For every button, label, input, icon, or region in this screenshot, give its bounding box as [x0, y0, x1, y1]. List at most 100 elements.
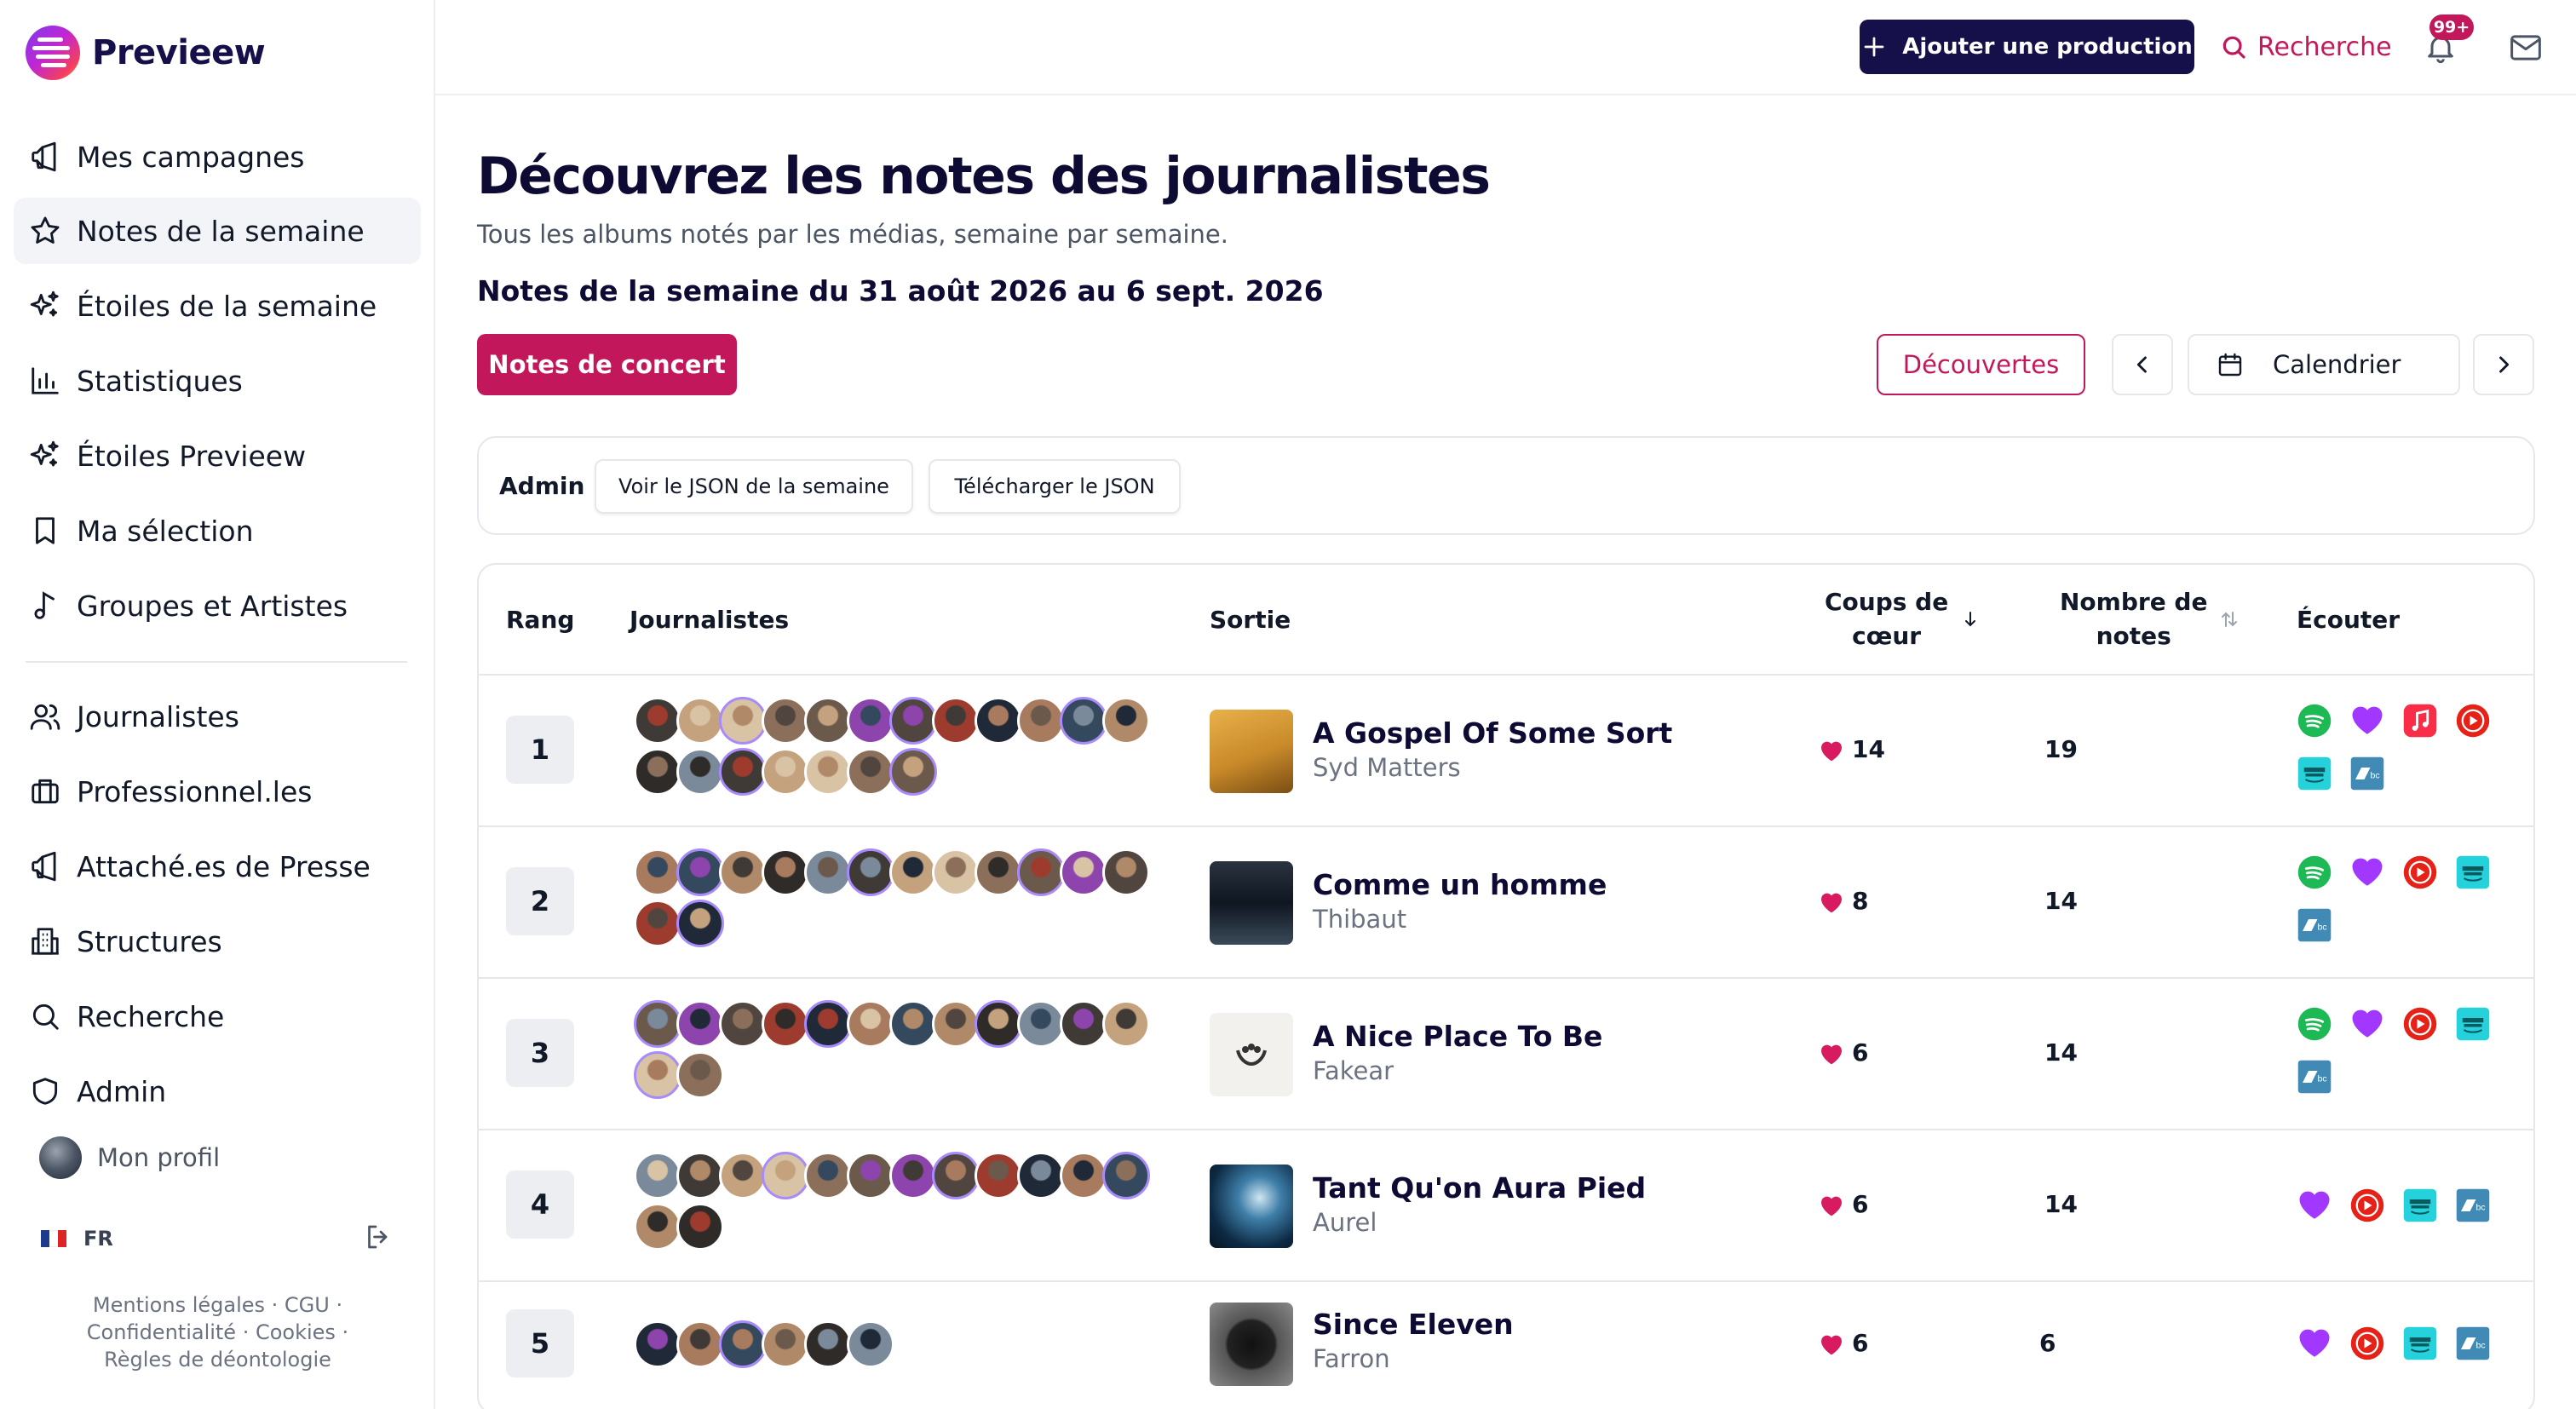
journalist-avatar[interactable] — [889, 1000, 937, 1048]
spotify-icon[interactable] — [2297, 854, 2332, 890]
journalist-avatar[interactable] — [719, 1320, 767, 1368]
next-week-button[interactable] — [2473, 334, 2534, 395]
sidebar-item-etoiles-previeew[interactable]: Étoiles Previeew — [14, 423, 421, 489]
sidebar-item-etoiles-de-la-semaine[interactable]: Étoiles de la semaine — [14, 273, 421, 339]
bandcamp-icon[interactable]: bc — [2297, 1059, 2332, 1095]
legal-line[interactable]: Mentions légales · CGU · — [0, 1291, 435, 1319]
journalist-avatar[interactable] — [804, 1152, 852, 1199]
sidebar-item-journalistes[interactable]: Journalistes — [14, 683, 421, 750]
journalist-avatar[interactable] — [676, 1203, 724, 1251]
journalist-avatar[interactable] — [1017, 1000, 1065, 1048]
header-search-button[interactable]: Recherche — [2220, 26, 2392, 68]
amazon-music-icon[interactable] — [2297, 756, 2332, 791]
spotify-icon[interactable] — [2297, 1006, 2332, 1042]
album-info[interactable]: Tant Qu'on Aura Pied Aurel — [1313, 1171, 1646, 1237]
amazon-music-icon[interactable] — [2455, 1006, 2491, 1042]
legal-line[interactable]: Confidentialité · Cookies · — [0, 1319, 435, 1346]
journalist-avatar[interactable] — [676, 1000, 724, 1048]
journalist-avatar[interactable] — [676, 1320, 724, 1368]
journalist-avatar[interactable] — [804, 1320, 852, 1368]
bandcamp-icon[interactable]: bc — [2455, 1188, 2491, 1223]
journalist-avatar[interactable] — [719, 697, 767, 745]
bandcamp-icon[interactable]: bc — [2455, 1326, 2491, 1361]
mail-icon[interactable] — [2509, 32, 2543, 63]
sidebar-item-ma-selection[interactable]: Ma sélection — [14, 497, 421, 564]
journalist-avatar[interactable] — [1060, 848, 1107, 896]
bandcamp-icon[interactable]: bc — [2349, 756, 2385, 791]
download-json-button[interactable]: Télécharger le JSON — [929, 459, 1181, 514]
concert-notes-button[interactable]: Notes de concert — [477, 334, 737, 395]
journalist-avatar[interactable] — [975, 1000, 1022, 1048]
journalist-avatar[interactable] — [634, 900, 681, 947]
journalist-avatar[interactable] — [847, 848, 894, 896]
album-cover[interactable] — [1210, 861, 1293, 945]
youtube-icon[interactable] — [2402, 854, 2438, 890]
journalist-avatar[interactable] — [634, 697, 681, 745]
amazon-music-icon[interactable] — [2455, 854, 2491, 890]
column-header-likes[interactable]: Coups de cœur — [1825, 565, 1981, 674]
sidebar-item-attaches-de-presse[interactable]: Attaché.es de Presse — [14, 833, 421, 900]
column-header-notes[interactable]: Nombre de notes — [2060, 565, 2240, 674]
sidebar-item-statistiques[interactable]: Statistiques — [14, 348, 421, 414]
journalist-avatar[interactable] — [975, 848, 1022, 896]
album-cover[interactable] — [1210, 1013, 1293, 1096]
table-row[interactable]: 4 Tant Qu'on Aura Pied Aurel 6 14 bc — [479, 1129, 2533, 1280]
journalist-avatar[interactable] — [847, 1320, 894, 1368]
journalist-avatar[interactable] — [676, 900, 724, 947]
journalist-avatar[interactable] — [804, 1000, 852, 1048]
album-cover[interactable] — [1210, 710, 1293, 793]
album-cover[interactable] — [1210, 1165, 1293, 1248]
bandcamp-icon[interactable]: bc — [2297, 907, 2332, 943]
deezer-icon[interactable] — [2349, 854, 2385, 890]
journalist-avatar[interactable] — [1060, 1000, 1107, 1048]
add-production-button[interactable]: Ajouter une production — [1860, 20, 2194, 74]
journalist-avatar[interactable] — [1060, 697, 1107, 745]
journalist-avatar[interactable] — [634, 848, 681, 896]
journalist-avatar[interactable] — [889, 1152, 937, 1199]
journalist-avatar[interactable] — [1017, 1152, 1065, 1199]
sidebar-item-notes-de-la-semaine[interactable]: Notes de la semaine — [14, 198, 421, 264]
journalist-avatar[interactable] — [932, 848, 980, 896]
previous-week-button[interactable] — [2112, 334, 2173, 395]
journalist-avatar[interactable] — [762, 1000, 809, 1048]
journalist-avatar[interactable] — [889, 697, 937, 745]
album-info[interactable]: Since Eleven Farron — [1313, 1308, 1514, 1373]
journalist-avatar[interactable] — [634, 1000, 681, 1048]
album-info[interactable]: Comme un homme Thibaut — [1313, 868, 1607, 934]
journalist-avatar[interactable] — [719, 848, 767, 896]
journalist-avatar[interactable] — [932, 1152, 980, 1199]
journalist-avatar[interactable] — [762, 1320, 809, 1368]
amazon-music-icon[interactable] — [2402, 1326, 2438, 1361]
journalist-avatar[interactable] — [975, 697, 1022, 745]
sidebar-item-professionnel-les[interactable]: Professionnel.les — [14, 758, 421, 825]
journalist-avatar[interactable] — [1102, 697, 1150, 745]
journalist-avatar[interactable] — [719, 748, 767, 796]
table-row[interactable]: 5 Since Eleven Farron 6 6 bc — [479, 1280, 2533, 1409]
journalist-avatar[interactable] — [804, 748, 852, 796]
journalist-avatar[interactable] — [676, 748, 724, 796]
journalist-avatar[interactable] — [975, 1152, 1022, 1199]
journalist-avatar[interactable] — [1102, 1152, 1150, 1199]
table-row[interactable]: 1 A Gospel Of Some Sort Syd Matters 14 1… — [479, 674, 2533, 825]
journalist-avatar[interactable] — [1060, 1152, 1107, 1199]
journalist-avatar[interactable] — [676, 848, 724, 896]
journalist-avatar[interactable] — [804, 848, 852, 896]
sidebar-item-structures[interactable]: Structures — [14, 908, 421, 975]
album-cover[interactable] — [1210, 1303, 1293, 1386]
language-selector[interactable]: FR — [41, 1227, 113, 1251]
deezer-icon[interactable] — [2349, 1006, 2385, 1042]
journalist-avatar[interactable] — [1102, 1000, 1150, 1048]
journalist-avatar[interactable] — [634, 748, 681, 796]
sidebar-item-admin[interactable]: Admin — [14, 1058, 421, 1124]
journalist-avatar[interactable] — [889, 748, 937, 796]
table-row[interactable]: 2 Comme un homme Thibaut 8 14 bc — [479, 825, 2533, 977]
youtube-icon[interactable] — [2402, 1006, 2438, 1042]
journalist-avatar[interactable] — [1102, 848, 1150, 896]
journalist-avatar[interactable] — [676, 697, 724, 745]
deezer-icon[interactable] — [2297, 1188, 2332, 1223]
journalist-avatar[interactable] — [719, 1152, 767, 1199]
youtube-icon[interactable] — [2455, 703, 2491, 739]
view-json-button[interactable]: Voir le JSON de la semaine — [595, 459, 913, 514]
journalist-avatar[interactable] — [634, 1320, 681, 1368]
journalist-avatar[interactable] — [634, 1152, 681, 1199]
